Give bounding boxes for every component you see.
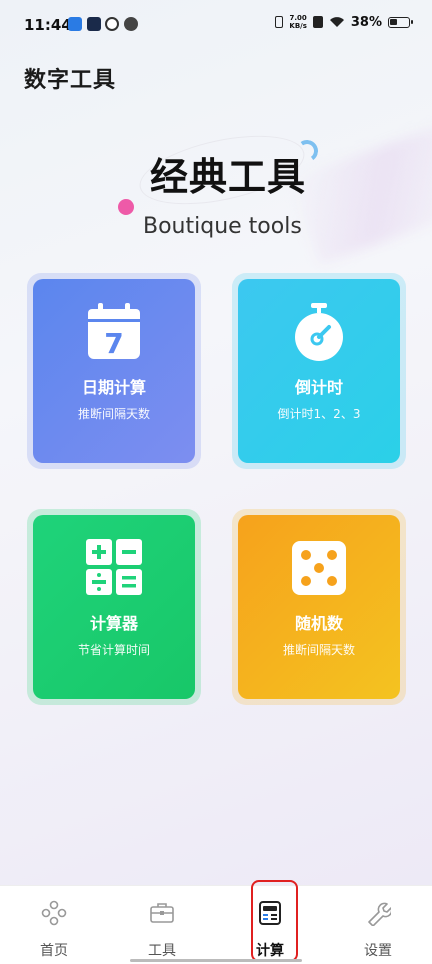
tool-card-random-subtitle: 推断间隔天数 xyxy=(282,643,355,657)
status-time: 11:44 xyxy=(24,16,72,34)
tool-card-calculator-subtitle: 节省计算时间 xyxy=(77,643,150,657)
link-notification-icon xyxy=(105,17,119,31)
play-notification-icon xyxy=(87,17,101,31)
vibrate-icon xyxy=(275,16,284,28)
calculator-ops-icon xyxy=(86,539,142,595)
hero-subtitle: Boutique tools xyxy=(143,214,302,239)
bottom-nav: 首页 工具 计算 设置 xyxy=(0,885,432,964)
nav-item-home[interactable]: 首页 xyxy=(0,886,108,964)
tool-card-countdown-inner[interactable]: 倒计时 倒计时1、2、3 xyxy=(238,279,400,463)
hero-dot-decoration xyxy=(118,199,134,215)
nav-highlight-box xyxy=(251,880,298,962)
tool-card-countdown[interactable]: 倒计时 倒计时1、2、3 xyxy=(232,273,406,469)
nav-label-home: 首页 xyxy=(40,943,68,959)
tool-card-countdown-title: 倒计时 xyxy=(294,378,343,397)
tool-card-date[interactable]: 7 日期计算 推断间隔天数 xyxy=(27,273,201,469)
tool-card-random-title: 随机数 xyxy=(294,614,343,633)
tool-card-date-inner[interactable]: 7 日期计算 推断间隔天数 xyxy=(33,279,195,463)
tool-card-random-inner[interactable]: 随机数 推断间隔天数 xyxy=(238,515,400,699)
wechat-notification-icon xyxy=(124,17,138,31)
calendar-icon: 7 xyxy=(88,303,140,360)
tool-card-date-subtitle: 推断间隔天数 xyxy=(77,407,150,421)
calendar-icon-number: 7 xyxy=(104,327,123,360)
tool-card-random[interactable]: 随机数 推断间隔天数 xyxy=(232,509,406,705)
tool-card-date-title: 日期计算 xyxy=(81,378,146,397)
app-notification-icon xyxy=(68,17,82,31)
page-title: 数字工具 xyxy=(24,68,117,93)
nav-item-settings[interactable]: 设置 xyxy=(324,886,432,964)
battery-icon xyxy=(388,16,413,28)
nav-label-tools: 工具 xyxy=(148,943,176,959)
stopwatch-icon xyxy=(295,303,343,361)
tool-card-countdown-subtitle: 倒计时1、2、3 xyxy=(277,407,361,421)
wrench-icon xyxy=(368,902,391,926)
sim-icon xyxy=(312,16,323,28)
dice-icon xyxy=(292,541,346,595)
net-speed-value: 7.00 xyxy=(289,14,307,22)
net-speed: 7.00 KB/s xyxy=(289,14,306,30)
home-indicator[interactable] xyxy=(130,959,302,962)
toolbox-icon xyxy=(150,903,174,923)
wifi-icon xyxy=(329,17,344,27)
nav-label-settings: 设置 xyxy=(364,943,392,959)
tool-card-calculator-inner[interactable]: 计算器 节省计算时间 xyxy=(33,515,195,699)
net-speed-unit: KB/s xyxy=(289,22,307,30)
battery-percent: 38% xyxy=(350,14,382,30)
tool-card-calculator[interactable]: 计算器 节省计算时间 xyxy=(27,509,201,705)
hero-title: 经典工具 xyxy=(150,155,307,199)
status-bar: 11:44 7.00 KB/s 38% xyxy=(0,0,432,50)
hero-banner: 经典工具 Boutique tools xyxy=(0,123,432,265)
nav-item-tools[interactable]: 工具 xyxy=(108,886,216,964)
status-right: 7.00 KB/s 38% xyxy=(275,14,413,30)
tool-card-calculator-title: 计算器 xyxy=(89,614,138,633)
home-dots-icon xyxy=(41,900,67,926)
